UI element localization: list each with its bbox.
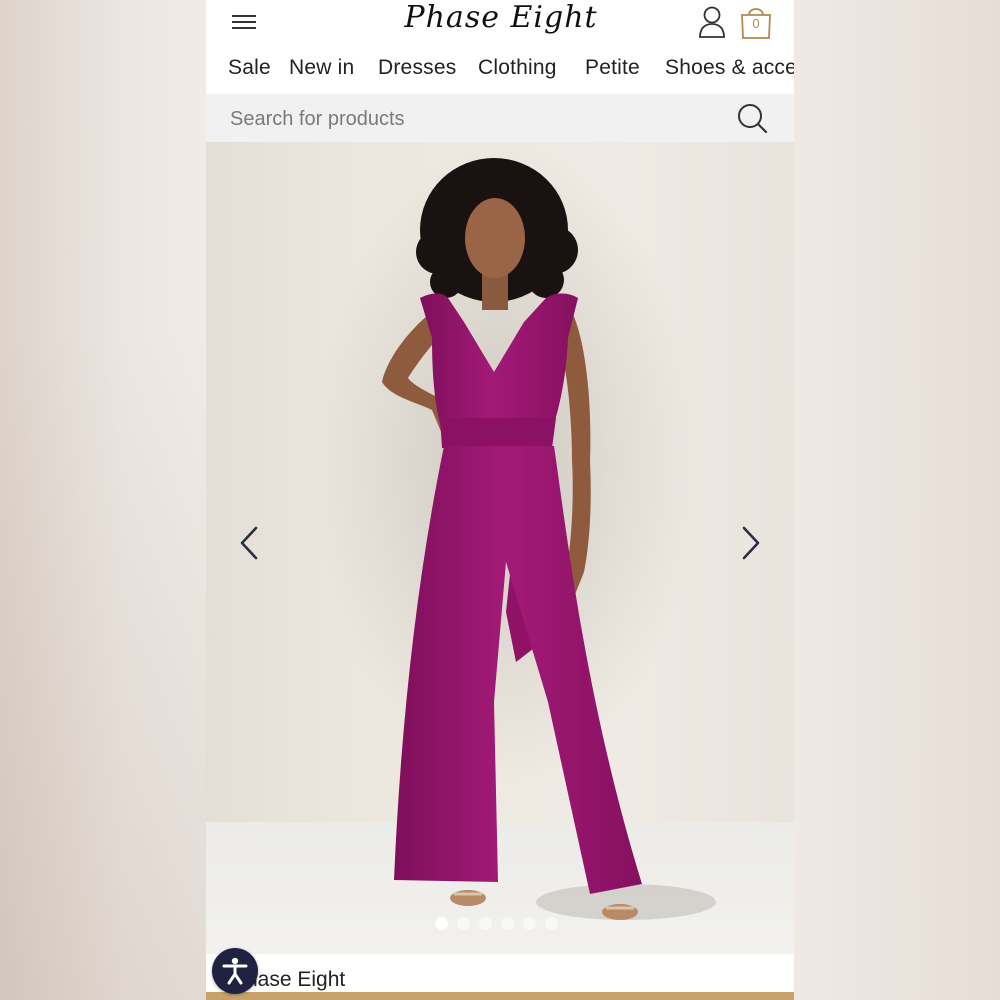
svg-text:Phase Eight: Phase Eight <box>403 0 597 35</box>
gold-bar <box>206 992 794 1000</box>
nav-item-sale[interactable]: Sale <box>228 56 271 80</box>
category-nav: Sale New in Dresses Clothing Petite Shoe… <box>206 50 794 92</box>
carousel-dot[interactable] <box>545 917 558 930</box>
nav-item-clothing[interactable]: Clothing <box>478 56 557 80</box>
search-icon[interactable] <box>736 102 770 136</box>
hamburger-menu-icon[interactable] <box>230 12 258 32</box>
nav-item-shoes-accessories[interactable]: Shoes & acce <box>665 56 794 80</box>
product-info: Phase Eight <box>206 954 794 992</box>
nav-item-dresses[interactable]: Dresses <box>378 56 456 80</box>
product-image-carousel[interactable] <box>206 142 794 954</box>
bag-count-badge: 0 <box>752 16 760 31</box>
carousel-dot[interactable] <box>501 917 514 930</box>
accessibility-button[interactable] <box>212 948 258 994</box>
chevron-left-icon[interactable] <box>230 520 270 566</box>
brand-logo[interactable]: Phase Eight <box>396 0 606 44</box>
search-input[interactable] <box>228 102 712 136</box>
shopping-bag-button[interactable]: 0 <box>738 3 774 41</box>
carousel-dot[interactable] <box>435 917 448 930</box>
product-photo-jumpsuit <box>316 142 716 920</box>
nav-item-new-in[interactable]: New in <box>289 56 354 80</box>
background-left <box>0 0 206 1000</box>
accessibility-icon <box>222 957 248 985</box>
site-header: Phase Eight 0 <box>206 0 794 48</box>
background-right <box>794 0 1000 1000</box>
chevron-right-icon[interactable] <box>730 520 770 566</box>
search-bar <box>206 94 794 142</box>
account-icon[interactable] <box>696 4 728 40</box>
carousel-dot[interactable] <box>479 917 492 930</box>
carousel-dot[interactable] <box>457 917 470 930</box>
mobile-page: Phase Eight 0 Sale New in Dresses Clothi… <box>206 0 794 1000</box>
nav-item-petite[interactable]: Petite <box>585 56 640 80</box>
carousel-dot[interactable] <box>523 917 536 930</box>
